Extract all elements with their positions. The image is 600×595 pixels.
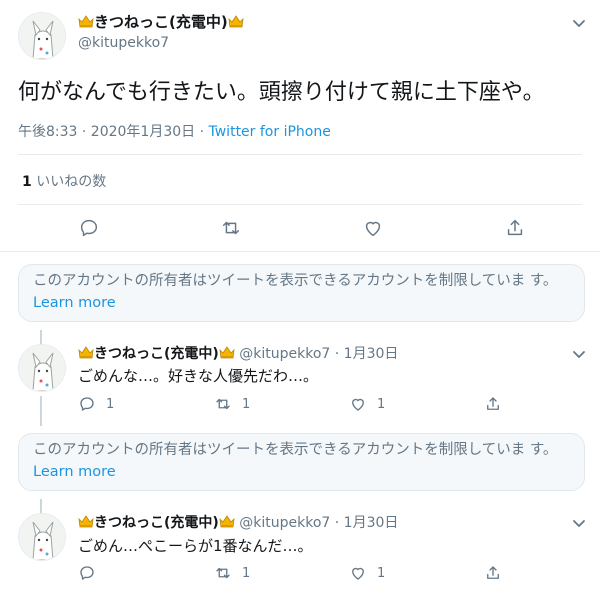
crown-icon (78, 14, 94, 29)
likes-count: 1 (22, 174, 32, 190)
reply-icon[interactable] (78, 564, 96, 582)
avatar[interactable] (18, 12, 66, 60)
display-name[interactable]: きつねっこ(充電中) (94, 515, 219, 531)
retweet-count: 1 (242, 397, 251, 412)
display-name-text: きつねっこ(充電中) (94, 13, 228, 31)
divider (0, 251, 600, 252)
restricted-notice: このアカウントの所有者はツイートを表示できるアカウントを制限していま す。 Lea… (18, 264, 585, 322)
reply-text: ごめんな…。好きな人優先だわ…。 (78, 367, 319, 385)
handle[interactable]: @kitupekko7 (239, 346, 330, 362)
retweet-count: 1 (242, 566, 251, 581)
thread-line (40, 499, 42, 513)
like-icon[interactable] (349, 395, 367, 413)
chevron-down-icon[interactable] (570, 514, 588, 532)
reply-header: きつねっこ(充電中) @kitupekko7 · 1月30日 (78, 343, 398, 363)
avatar[interactable] (18, 344, 66, 392)
chevron-down-icon[interactable] (570, 14, 588, 32)
thread-line (40, 330, 42, 344)
share-icon[interactable] (484, 564, 502, 582)
crown-icon (78, 514, 94, 529)
reply-header: きつねっこ(充電中) @kitupekko7 · 1月30日 (78, 512, 398, 532)
handle[interactable]: @kitupekko7 (78, 35, 169, 51)
crown-icon (219, 514, 235, 529)
like-count: 1 (377, 397, 386, 412)
learn-more-link[interactable]: Learn more (33, 464, 116, 480)
thread-line (40, 396, 42, 426)
reply-date[interactable]: · 1月30日 (335, 515, 399, 531)
learn-more-link[interactable]: Learn more (33, 295, 116, 311)
tweet-meta: 午後8:33 · 2020年1月30日 · Twitter for iPhone (18, 121, 331, 141)
display-name[interactable]: きつねっこ(充電中) (94, 346, 219, 362)
reply-date[interactable]: · 1月30日 (335, 346, 399, 362)
crown-icon (219, 345, 235, 360)
reply-text: ごめん…ぺこーらが1番なんだ…。 (78, 537, 313, 555)
chevron-down-icon[interactable] (570, 345, 588, 363)
restricted-notice: このアカウントの所有者はツイートを表示できるアカウントを制限していま す。 Lea… (18, 433, 585, 491)
like-icon[interactable] (362, 217, 384, 239)
avatar[interactable] (18, 513, 66, 561)
crown-icon (78, 345, 94, 360)
retweet-icon[interactable] (214, 564, 232, 582)
timestamp[interactable]: 午後8:33 · 2020年1月30日 · (18, 124, 209, 140)
likes-summary[interactable]: 1 いいねの数 (22, 171, 106, 191)
reply-icon[interactable] (78, 217, 100, 239)
like-count: 1 (377, 566, 386, 581)
notice-text: このアカウントの所有者はツイートを表示できるアカウントを制限していま す。 (33, 442, 558, 458)
handle[interactable]: @kitupekko7 (239, 515, 330, 531)
retweet-icon[interactable] (220, 217, 242, 239)
divider (18, 204, 582, 205)
crown-icon (228, 14, 244, 29)
display-name[interactable]: きつねっこ(充電中) (78, 11, 244, 32)
notice-text: このアカウントの所有者はツイートを表示できるアカウントを制限していま す。 (33, 273, 558, 289)
reply-count: 1 (106, 397, 115, 412)
divider (18, 154, 582, 155)
like-icon[interactable] (349, 564, 367, 582)
share-icon[interactable] (484, 395, 502, 413)
tweet-text: 何がなんでも行きたい。頭擦り付けて親に土下座や。 (18, 80, 545, 105)
reply-icon[interactable] (78, 395, 96, 413)
source-link[interactable]: Twitter for iPhone (209, 124, 331, 140)
likes-label: いいねの数 (36, 174, 107, 190)
retweet-icon[interactable] (214, 395, 232, 413)
share-icon[interactable] (504, 217, 526, 239)
